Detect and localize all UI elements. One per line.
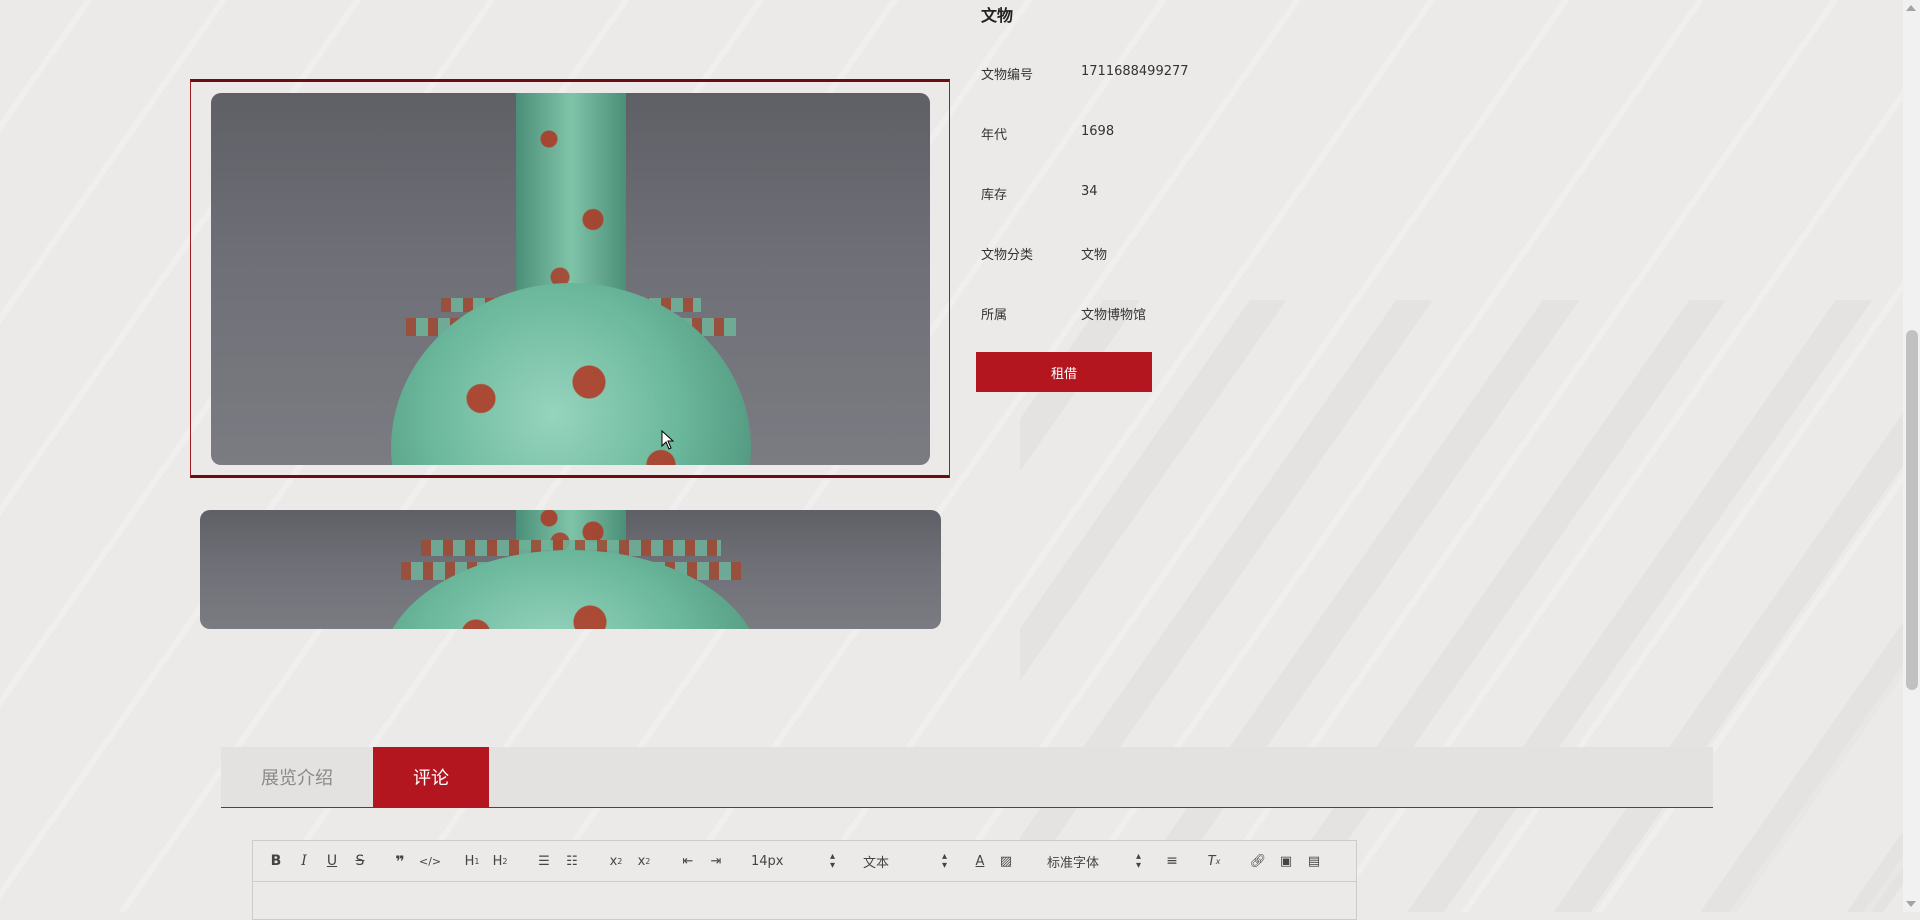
indent-icon[interactable]: ⇥ — [707, 851, 725, 871]
select-arrows-icon: ▴ ▾ — [1135, 851, 1141, 871]
field-label: 文物分类 — [981, 248, 1034, 263]
align-icon[interactable]: ≡ — [1163, 851, 1181, 871]
background-pattern-right — [1020, 300, 1920, 912]
tab-exhibition-intro[interactable]: 展览介绍 — [221, 747, 373, 807]
scroll-thumb[interactable] — [1906, 330, 1918, 690]
field-value: 文物 — [1081, 248, 1108, 263]
editor-content-area[interactable] — [253, 882, 1356, 920]
block-type-select[interactable]: 文本 ▴ ▾ — [863, 851, 947, 871]
underline-icon[interactable]: U — [323, 851, 341, 871]
scroll-down-icon[interactable] — [1906, 901, 1916, 907]
field-label: 库存 — [981, 188, 1008, 203]
ordered-list-icon[interactable]: ☰ — [535, 851, 553, 871]
video-icon[interactable]: ▤ — [1305, 851, 1323, 871]
field-value: 34 — [1081, 184, 1098, 199]
code-block-icon[interactable]: </> — [419, 851, 441, 871]
editor-toolbar: B I U S ❞ </> H1 H2 ☰ ☷ x2 x2 ⇤ ⇥ 14px ▴… — [253, 841, 1356, 882]
font-size-select[interactable]: 14px ▴ ▾ — [751, 851, 835, 871]
thumbnail-artifact-image[interactable] — [200, 510, 941, 629]
background-color-icon[interactable]: ▨ — [997, 851, 1015, 871]
blockquote-icon[interactable]: ❞ — [391, 851, 409, 871]
select-arrows-icon: ▴ ▾ — [829, 851, 835, 871]
field-label: 文物编号 — [981, 68, 1034, 83]
field-label: 年代 — [981, 128, 1008, 143]
comment-editor: B I U S ❞ </> H1 H2 ☰ ☷ x2 x2 ⇤ ⇥ 14px ▴… — [252, 840, 1357, 920]
font-family-select[interactable]: 标准字体 ▴ ▾ — [1047, 851, 1141, 871]
mouse-pointer-icon — [661, 430, 675, 450]
superscript-icon[interactable]: x2 — [635, 851, 653, 871]
font-family-value: 标准字体 — [1047, 855, 1100, 871]
clear-format-icon[interactable]: Tx — [1205, 851, 1223, 871]
heading-1-icon[interactable]: H1 — [463, 851, 481, 871]
main-artifact-image[interactable] — [211, 93, 930, 465]
page-scrollbar[interactable] — [1903, 0, 1920, 912]
image-icon[interactable]: ▣ — [1277, 851, 1295, 871]
subscript-icon[interactable]: x2 — [607, 851, 625, 871]
bold-icon[interactable]: B — [267, 851, 285, 871]
italic-icon[interactable]: I — [295, 851, 313, 871]
link-icon[interactable]: 🔗︎ — [1249, 851, 1267, 871]
font-size-value: 14px — [751, 853, 784, 869]
outdent-icon[interactable]: ⇤ — [679, 851, 697, 871]
field-value: 1698 — [1081, 124, 1115, 139]
scroll-up-icon[interactable] — [1906, 5, 1916, 11]
bullet-list-icon[interactable]: ☷ — [563, 851, 581, 871]
strikethrough-icon[interactable]: S — [351, 851, 369, 871]
tab-comments[interactable]: 评论 — [373, 747, 489, 807]
select-arrows-icon: ▴ ▾ — [941, 851, 947, 871]
heading-2-icon[interactable]: H2 — [491, 851, 509, 871]
field-value: 文物博物馆 — [1081, 308, 1147, 323]
field-value: 1711688499277 — [1081, 64, 1189, 79]
tab-bar: 展览介绍 评论 — [221, 747, 1713, 808]
text-color-icon[interactable]: A — [971, 851, 989, 871]
rent-button[interactable]: 租借 — [976, 352, 1152, 392]
block-type-value: 文本 — [863, 855, 890, 871]
field-label: 所属 — [981, 308, 1008, 323]
artifact-title: 文物 — [981, 6, 1014, 25]
